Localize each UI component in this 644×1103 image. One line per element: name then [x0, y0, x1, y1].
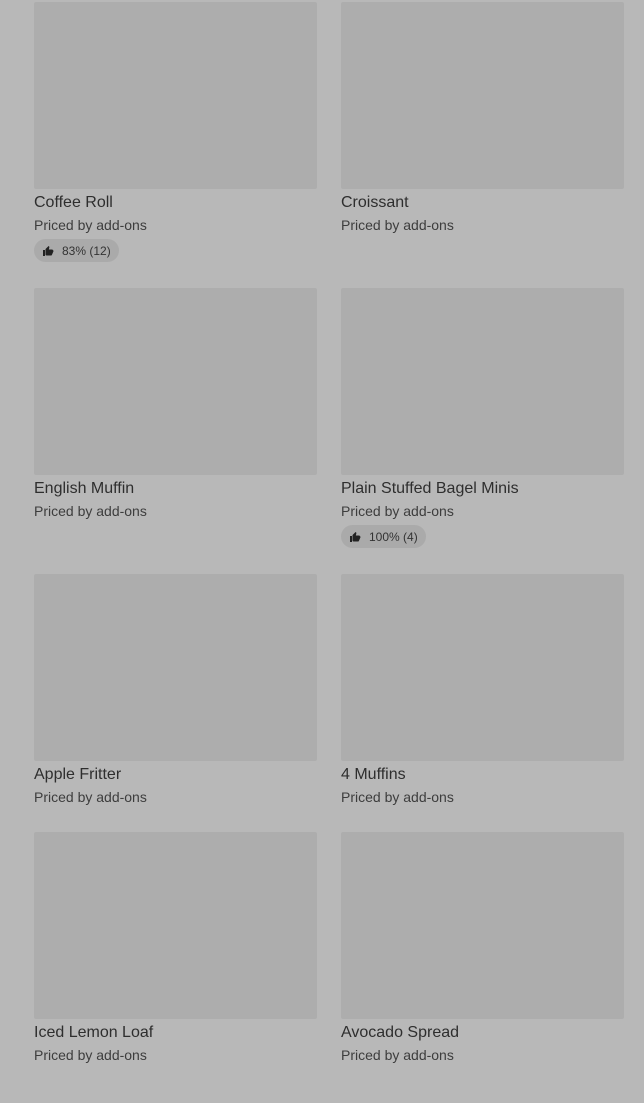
- product-image[interactable]: [341, 574, 624, 761]
- product-card-4-muffins[interactable]: 4 Muffins Priced by add-ons: [341, 574, 624, 804]
- product-card-iced-lemon-loaf[interactable]: Iced Lemon Loaf Priced by add-ons: [34, 832, 317, 1062]
- product-card-plain-stuffed-bagel-minis[interactable]: Plain Stuffed Bagel Minis Priced by add-…: [341, 288, 624, 548]
- product-image[interactable]: [341, 832, 624, 1019]
- product-card-coffee-roll[interactable]: Coffee Roll Priced by add-ons 83% (12): [34, 2, 317, 262]
- product-price: Priced by add-ons: [341, 503, 454, 519]
- rating-text: 100% (4): [369, 529, 418, 544]
- product-grid: Coffee Roll Priced by add-ons 83% (12) C…: [0, 0, 644, 1103]
- product-card-croissant[interactable]: Croissant Priced by add-ons: [341, 2, 624, 232]
- product-name: Croissant: [341, 194, 409, 211]
- product-price: Priced by add-ons: [341, 217, 454, 233]
- product-name: Coffee Roll: [34, 194, 113, 211]
- product-image[interactable]: [34, 288, 317, 475]
- rating-badge: 100% (4): [341, 525, 426, 548]
- product-image[interactable]: [34, 832, 317, 1019]
- product-price: Priced by add-ons: [34, 217, 147, 233]
- rating-text: 83% (12): [62, 243, 111, 258]
- product-image[interactable]: [341, 288, 624, 475]
- product-price: Priced by add-ons: [341, 789, 454, 805]
- product-image[interactable]: [34, 574, 317, 761]
- product-card-avocado-spread[interactable]: Avocado Spread Priced by add-ons: [341, 832, 624, 1062]
- product-image[interactable]: [34, 2, 317, 189]
- product-name: Plain Stuffed Bagel Minis: [341, 480, 519, 497]
- product-price: Priced by add-ons: [34, 789, 147, 805]
- product-name: Apple Fritter: [34, 766, 122, 783]
- rating-badge: 83% (12): [34, 239, 119, 262]
- thumbs-up-icon: [42, 245, 54, 257]
- product-price: Priced by add-ons: [34, 503, 147, 519]
- product-name: Iced Lemon Loaf: [34, 1024, 154, 1041]
- product-name: 4 Muffins: [341, 766, 406, 783]
- product-name: Avocado Spread: [341, 1024, 460, 1041]
- product-image[interactable]: [341, 2, 624, 189]
- product-price: Priced by add-ons: [34, 1047, 147, 1063]
- thumbs-up-icon: [349, 531, 361, 543]
- product-price: Priced by add-ons: [341, 1047, 454, 1063]
- product-card-apple-fritter[interactable]: Apple Fritter Priced by add-ons: [34, 574, 317, 804]
- product-name: English Muffin: [34, 480, 135, 497]
- product-card-english-muffin[interactable]: English Muffin Priced by add-ons: [34, 288, 317, 518]
